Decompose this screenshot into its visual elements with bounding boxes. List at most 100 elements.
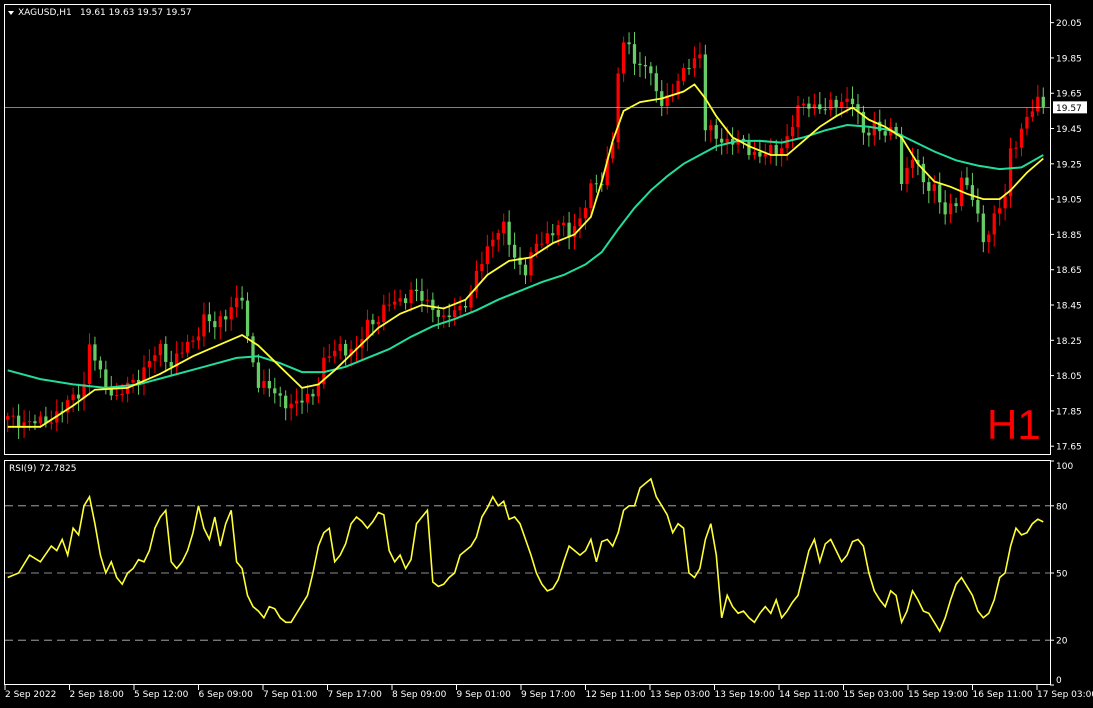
price-tick-label: 17.65	[1056, 443, 1082, 453]
candle-body	[823, 109, 827, 111]
candle-body	[502, 221, 506, 234]
time-tick-label: 12 Sep 11:00	[586, 690, 646, 700]
candle-body	[763, 154, 767, 157]
candle-body	[180, 352, 184, 354]
candle-body	[578, 218, 582, 227]
candle-body	[485, 246, 489, 265]
candle-body	[338, 343, 342, 351]
candle-body	[523, 264, 528, 276]
candle-body	[398, 298, 402, 302]
candle-body	[453, 310, 457, 317]
time-tick-label: 2 Sep 2022	[5, 690, 56, 700]
time-tick-label: 15 Sep 19:00	[908, 690, 968, 700]
time-tick-label: 5 Sep 12:00	[134, 690, 189, 700]
candle-body	[38, 416, 43, 424]
candle-body	[294, 400, 299, 404]
candle-body	[1014, 147, 1018, 149]
time-tick-label: 15 Sep 03:00	[844, 690, 904, 700]
symbol-label: XAGUSD,H1	[18, 8, 72, 18]
candle-body	[316, 384, 321, 397]
price-tick-label: 17.85	[1056, 407, 1082, 417]
candle-body	[185, 341, 190, 353]
candle-body	[409, 289, 413, 304]
candle-body	[867, 132, 871, 136]
candle-body	[267, 381, 271, 389]
candle-body	[1036, 96, 1040, 112]
candle-body	[567, 222, 571, 238]
price-tick-label: 19.05	[1056, 196, 1082, 206]
candle-body	[948, 203, 953, 215]
candle-body	[87, 344, 92, 385]
candle-body	[692, 58, 697, 69]
candle-body	[420, 291, 424, 301]
candle-body	[480, 264, 484, 271]
candle-body	[196, 336, 201, 341]
candle-body	[11, 415, 15, 417]
rsi-header-label: RSI(9) 72.7825	[9, 464, 76, 474]
candle-body	[845, 98, 849, 102]
candle-body	[910, 159, 915, 168]
candle-body	[905, 167, 909, 184]
candle-body	[71, 394, 75, 401]
candle-body	[191, 340, 195, 342]
candle-body	[850, 98, 855, 105]
candle-body	[158, 343, 162, 356]
candle-body	[638, 63, 642, 66]
candle-body	[829, 99, 833, 111]
candle-body	[235, 297, 239, 308]
candle-body	[6, 416, 10, 420]
candle-body	[747, 141, 751, 156]
candle-body	[643, 65, 648, 67]
candle-body	[714, 125, 718, 139]
candle-body	[33, 421, 37, 424]
candle-body	[207, 314, 212, 322]
time-tick-label: 13 Sep 03:00	[650, 690, 710, 700]
candle-body	[120, 393, 124, 396]
time-tick-label: 7 Sep 17:00	[328, 690, 383, 700]
candle-body	[458, 306, 462, 311]
candle-body	[834, 99, 838, 108]
candle-body	[496, 233, 500, 240]
candle-body	[202, 314, 206, 337]
price-tick-label: 18.65	[1056, 266, 1082, 276]
candle-body	[240, 297, 244, 301]
candle-body	[507, 221, 511, 245]
candle-body	[49, 422, 53, 424]
candle-body	[594, 183, 598, 185]
candle-body	[376, 321, 380, 325]
candle-body	[954, 203, 958, 207]
candle-body	[981, 213, 985, 243]
candle-body	[1019, 128, 1024, 148]
candle-body	[899, 134, 904, 184]
candle-body	[245, 300, 250, 337]
rsi-tick-label: 50	[1056, 570, 1068, 580]
current-price-label: 19.57	[1056, 104, 1082, 114]
candle-body	[774, 145, 778, 155]
candle-body	[987, 234, 991, 243]
candle-body	[436, 309, 440, 317]
candle-body	[921, 163, 926, 183]
candle-body	[780, 148, 784, 155]
candle-body	[998, 208, 1002, 214]
time-tick-label: 2 Sep 18:00	[70, 690, 125, 700]
candle-body	[273, 388, 277, 394]
candle-body	[540, 243, 544, 245]
timeframe-badge: H1	[987, 401, 1041, 448]
chart-canvas[interactable]: 20.05 19.85 19.65 19.45 19.25 19.05 18.85 18.65…	[0, 0, 1093, 708]
candle-body	[218, 316, 222, 328]
candle-body	[616, 73, 620, 143]
candle-body	[311, 393, 315, 397]
candle-body	[839, 101, 844, 108]
candle-body	[431, 299, 435, 310]
candle-body	[556, 225, 560, 236]
time-tick-label: 9 Sep 01:00	[457, 690, 512, 700]
candle-body	[654, 73, 658, 92]
candle-body	[818, 104, 822, 110]
candle-body	[970, 185, 975, 200]
candle-body	[305, 393, 310, 403]
candle-body	[534, 243, 539, 253]
candle-body	[153, 355, 157, 361]
candle-body	[164, 343, 168, 362]
price-tick-label: 18.25	[1056, 337, 1082, 347]
time-tick-label: 9 Sep 17:00	[521, 690, 576, 700]
